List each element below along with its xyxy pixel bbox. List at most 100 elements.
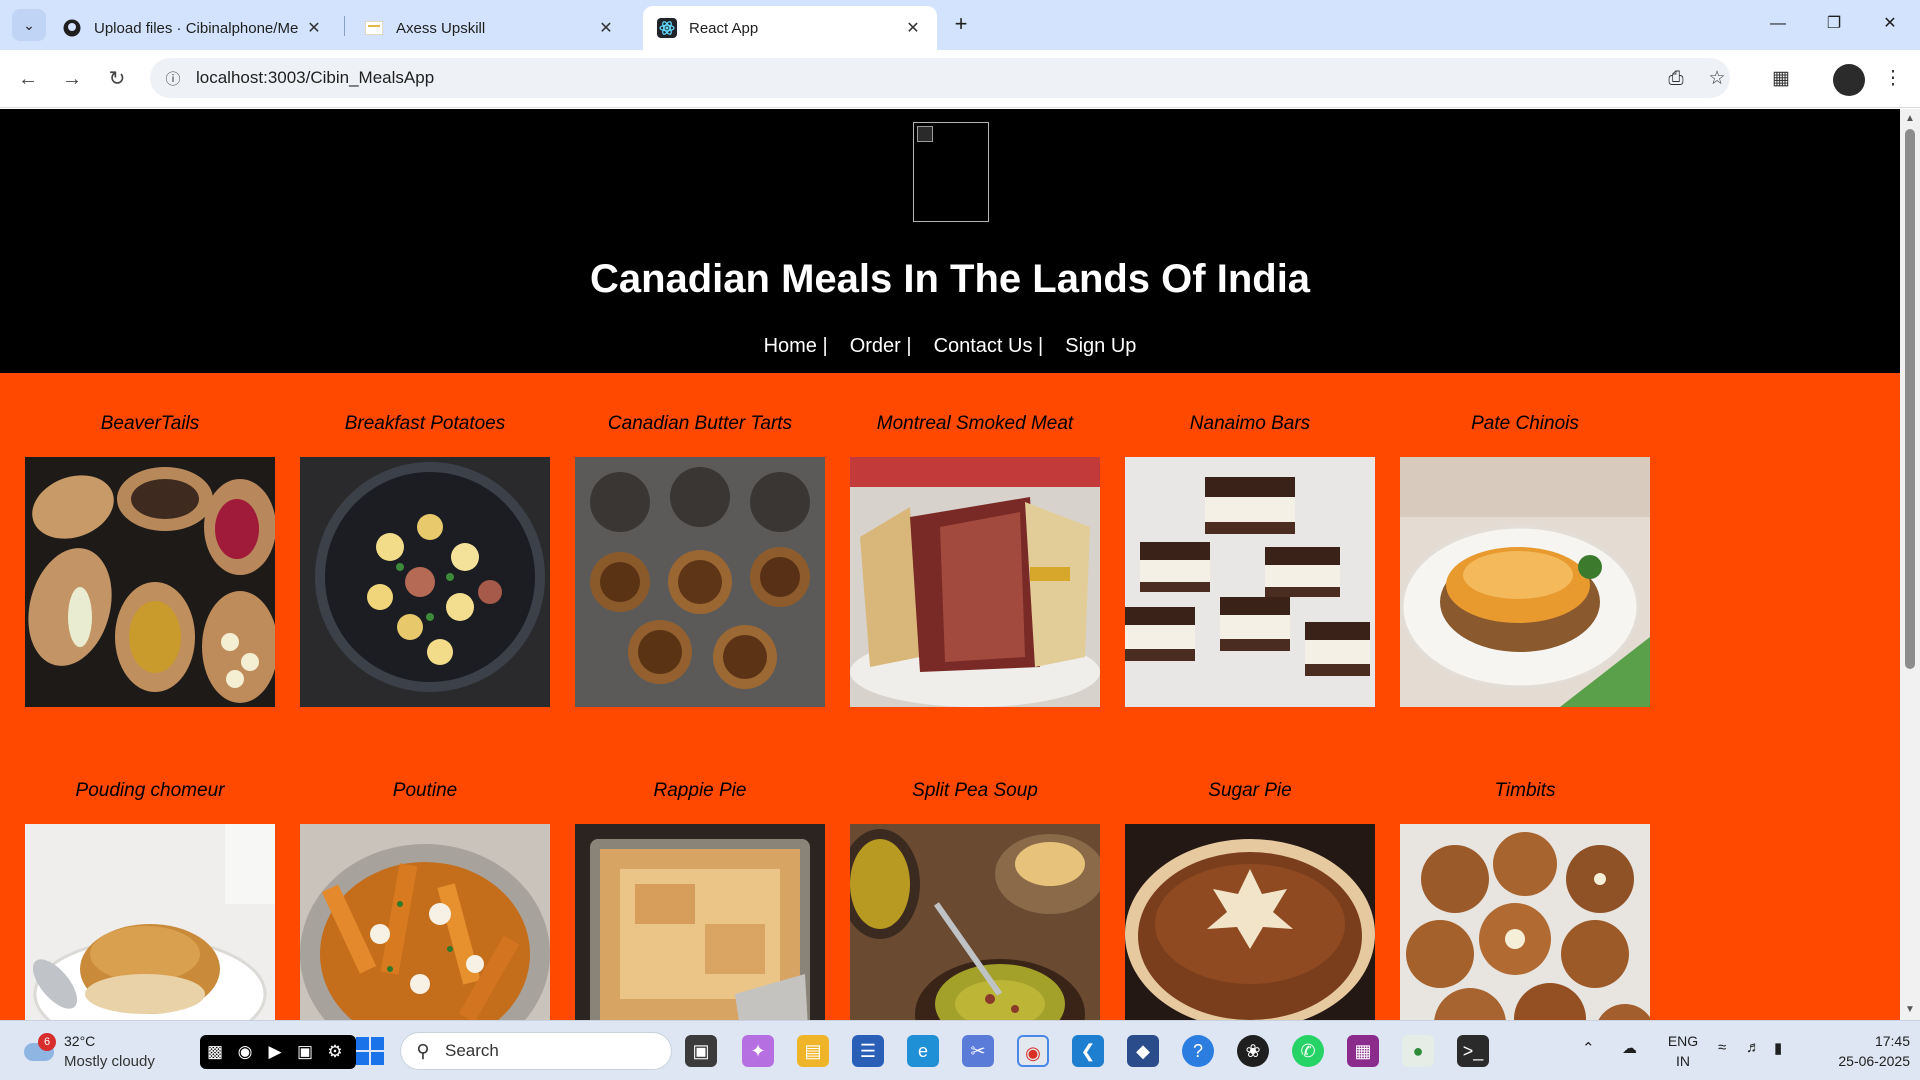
- ssms-icon[interactable]: ◆: [1127, 1035, 1159, 1067]
- meal-name: Nanaimo Bars: [1189, 413, 1311, 434]
- meal-photo: [850, 824, 1100, 1020]
- address-bar[interactable]: ⓘ localhost:3003/Cibin_MealsApp: [150, 58, 1730, 98]
- tab-upload-files[interactable]: Upload files · Cibinalphone/Me ✕: [48, 6, 338, 50]
- page-scrollbar[interactable]: ▲ ▼: [1900, 109, 1920, 1020]
- meal-name: BeaverTails: [100, 413, 200, 434]
- capture-toolbar: ▩ ◉ ▶ ▣ ⚙: [200, 1035, 356, 1069]
- meal-photo: [1125, 457, 1375, 707]
- weather-widget[interactable]: 6 32°C Mostly cloudy: [20, 1029, 190, 1073]
- nav-signup-link[interactable]: Sign Up: [1065, 335, 1136, 358]
- terminal-icon[interactable]: >_: [1457, 1035, 1489, 1067]
- volume-icon[interactable]: ♬: [1746, 1039, 1761, 1056]
- chevron-up-icon[interactable]: ⌃: [1582, 1039, 1595, 1057]
- meal-photo: [1400, 824, 1650, 1020]
- browser-tab-strip: ⌄ Upload files · Cibinalphone/Me ✕ Axess…: [0, 0, 1920, 50]
- minimize-window-icon[interactable]: —: [1750, 0, 1806, 48]
- notification-badge: 6: [38, 1033, 56, 1051]
- tab-title: Upload files · Cibinalphone/Me: [94, 19, 299, 37]
- site-title: Canadian Meals In The Lands Of India: [589, 257, 1311, 301]
- reload-icon[interactable]: ↻: [102, 64, 132, 94]
- scroll-thumb[interactable]: [1905, 129, 1915, 669]
- clock-date: 25-06-2025: [1838, 1053, 1910, 1069]
- wifi-icon[interactable]: ≈: [1718, 1039, 1726, 1056]
- window-icon[interactable]: ▣: [290, 1035, 320, 1069]
- camera-icon[interactable]: ◉: [230, 1035, 260, 1069]
- tab-search-menu-button[interactable]: ⌄: [12, 9, 46, 41]
- meal-name: Pate Chinois: [1471, 413, 1579, 434]
- clock-time: 17:45: [1874, 1033, 1910, 1049]
- screenshot-icon[interactable]: ▩: [200, 1035, 230, 1069]
- meal-photo: [25, 457, 275, 707]
- restore-window-icon[interactable]: ❐: [1806, 0, 1862, 48]
- windows-taskbar: 6 32°C Mostly cloudy ▩ ◉ ▶ ▣ ⚙ ⚲ Search ▣ ✦ …: [0, 1020, 1920, 1080]
- language-code: ENG: [1667, 1033, 1699, 1049]
- install-app-icon[interactable]: ⎙: [1661, 64, 1691, 94]
- video-icon[interactable]: ▶: [260, 1035, 290, 1069]
- nav-home-link[interactable]: Home |: [764, 335, 828, 358]
- search-label: Search: [445, 1041, 499, 1060]
- tab-title: Axess Upskill: [396, 19, 486, 37]
- onedrive-icon[interactable]: ☁: [1622, 1039, 1637, 1057]
- close-tab-icon[interactable]: ✕: [596, 18, 616, 38]
- meal-name: Sugar Pie: [1208, 780, 1292, 801]
- close-tab-icon[interactable]: ✕: [304, 18, 324, 38]
- meal-photo: [25, 824, 275, 1020]
- url-text[interactable]: localhost:3003/Cibin_MealsApp: [196, 68, 434, 88]
- new-tab-plus-icon[interactable]: +: [947, 10, 975, 38]
- region-code: IN: [1676, 1053, 1690, 1069]
- close-tab-icon[interactable]: ✕: [903, 18, 923, 38]
- close-window-icon[interactable]: ✕: [1862, 0, 1918, 48]
- chatgpt-icon[interactable]: ❀: [1237, 1035, 1269, 1067]
- copilot-icon[interactable]: ✦: [742, 1035, 774, 1067]
- meal-photo: [300, 824, 550, 1020]
- page-icon: [364, 18, 384, 38]
- weather-temperature: 32°C: [64, 1033, 96, 1049]
- more-menu-icon[interactable]: ⋮: [1878, 64, 1908, 94]
- edge-icon[interactable]: e: [907, 1035, 939, 1067]
- profile-avatar[interactable]: [1833, 64, 1865, 96]
- back-arrow-icon[interactable]: ←: [13, 64, 43, 94]
- scroll-up-arrow-icon[interactable]: ▲: [1904, 113, 1916, 125]
- vscode-icon[interactable]: ❮: [1072, 1035, 1104, 1067]
- github-icon: [62, 18, 82, 38]
- nav-order-link[interactable]: Order |: [850, 335, 912, 358]
- winrar-icon[interactable]: ▦: [1347, 1035, 1379, 1067]
- language-indicator[interactable]: ENG IN: [1665, 1031, 1701, 1071]
- meal-photo: [575, 824, 825, 1020]
- whatsapp-icon[interactable]: ✆: [1292, 1035, 1324, 1067]
- battery-icon[interactable]: ▮: [1774, 1039, 1782, 1057]
- meal-name: Split Pea Soup: [912, 780, 1038, 801]
- system-clock[interactable]: 17:45 25-06-2025: [1810, 1031, 1910, 1071]
- gear-icon[interactable]: ⚙: [320, 1035, 350, 1069]
- tab-title: React App: [689, 19, 759, 37]
- react-icon: [657, 18, 677, 38]
- taskbar-search[interactable]: ⚲ Search: [400, 1032, 672, 1070]
- meal-photo: [300, 457, 550, 707]
- meal-photo: [1400, 457, 1650, 707]
- forward-arrow-icon[interactable]: →: [57, 64, 87, 94]
- search-icon: ⚲: [416, 1040, 430, 1061]
- site-info-icon[interactable]: ⓘ: [150, 68, 196, 89]
- windows-start-icon[interactable]: [356, 1037, 384, 1065]
- meal-name: Poutine: [392, 780, 458, 801]
- tab-axess-upskill[interactable]: Axess Upskill ✕: [350, 6, 630, 50]
- file-explorer-icon[interactable]: ▤: [797, 1035, 829, 1067]
- nav-contact-link[interactable]: Contact Us |: [934, 335, 1044, 358]
- chrome-icon[interactable]: ◉: [1017, 1035, 1049, 1067]
- tab-react-app[interactable]: React App ✕: [643, 6, 937, 50]
- bookmark-star-icon[interactable]: ☆: [1702, 64, 1732, 94]
- scroll-down-arrow-icon[interactable]: ▼: [1904, 1004, 1916, 1016]
- meal-name: Rappie Pie: [653, 780, 747, 801]
- extensions-icon[interactable]: ▦: [1766, 64, 1796, 94]
- meal-photo: [1125, 824, 1375, 1020]
- tab-divider: [344, 16, 345, 36]
- task-view-icon[interactable]: ▣: [685, 1035, 717, 1067]
- browser-toolbar: ← → ↻ ⓘ localhost:3003/Cibin_MealsApp ⎙ …: [0, 50, 1920, 108]
- mongodb-icon[interactable]: ●: [1402, 1035, 1434, 1067]
- page-viewport: Canadian Meals In The Lands Of India Hom…: [0, 109, 1900, 1020]
- meal-name: Canadian Butter Tarts: [607, 413, 793, 434]
- snipping-tool-icon[interactable]: ✂: [962, 1035, 994, 1067]
- weather-condition: Mostly cloudy: [64, 1053, 155, 1070]
- notepad-icon[interactable]: ☰: [852, 1035, 884, 1067]
- help-icon[interactable]: ?: [1182, 1035, 1214, 1067]
